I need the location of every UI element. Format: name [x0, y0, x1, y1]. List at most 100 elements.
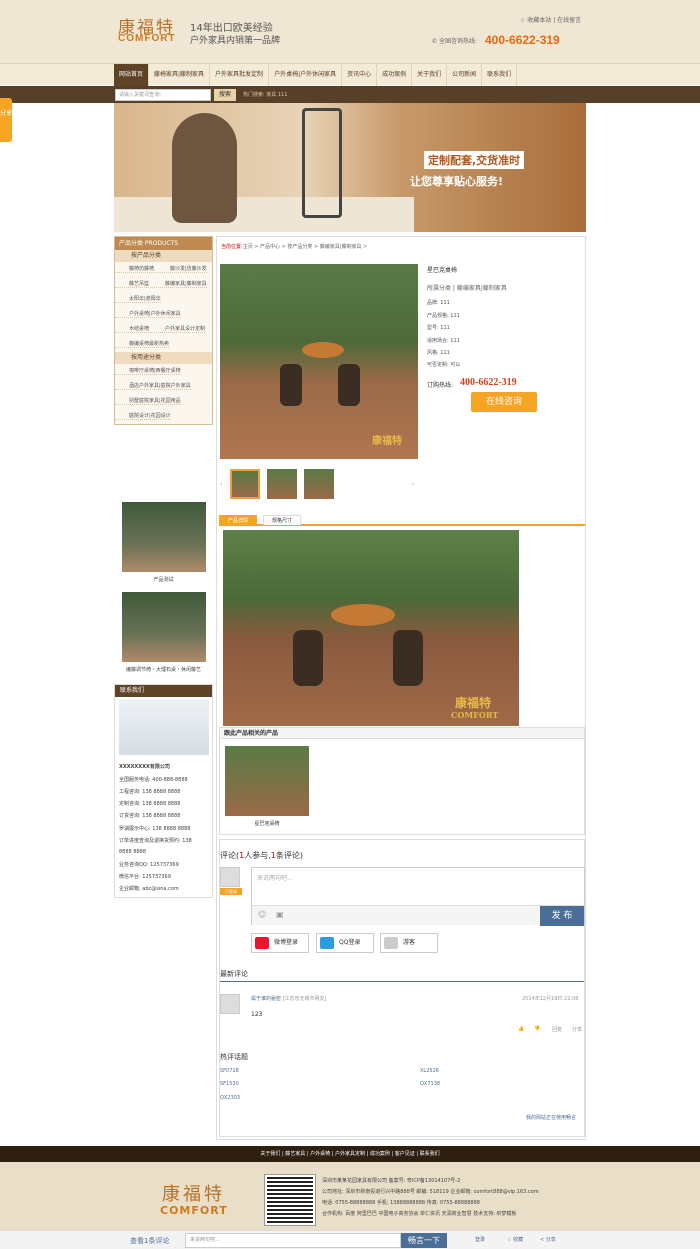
- hot-topic[interactable]: XL2526: [420, 1068, 439, 1074]
- comment-like-icon[interactable]: 👍: [518, 1026, 524, 1032]
- bottom-login[interactable]: 登录: [475, 1236, 485, 1243]
- bottom-favorite[interactable]: ☆ 收藏: [507, 1236, 523, 1243]
- category-item[interactable]: 庭院设计|花园设计: [115, 413, 171, 420]
- nav-home[interactable]: 网站首页: [114, 64, 150, 86]
- footer-line: 深圳市某某花园家具有限公司 备案号: 粤ICP备13014107号-2: [322, 1178, 461, 1184]
- latest-comments-title: 最新评论: [220, 970, 248, 978]
- contact-line: 定制咨询: 138 8888 8888: [119, 801, 181, 807]
- hot-search[interactable]: 热门搜索: 家具 111: [243, 91, 287, 98]
- consult-button[interactable]: 在线咨询: [471, 392, 537, 412]
- image-icon[interactable]: ▣: [276, 910, 284, 919]
- product-attr: 适用场合: 111: [427, 338, 460, 344]
- category-item[interactable]: 藤艺吊篮: [115, 281, 150, 288]
- nav-rattan[interactable]: 藤椅家具|藤制家具: [149, 64, 211, 86]
- product-attr: 品牌: 111: [427, 300, 450, 306]
- category-item[interactable]: 户外家具设计定制: [150, 326, 205, 333]
- contact-line: 工程咨询: 138 8888 8888: [119, 789, 181, 795]
- nav-cases[interactable]: 成功案例: [377, 64, 413, 86]
- footer-line: 公司地址: 深圳市新南投道行兴中路888号 邮编: 518119 企业邮箱: c…: [322, 1189, 539, 1195]
- user-avatar: [220, 867, 240, 887]
- category-item[interactable]: 藤沙发|仿藤沙发: [155, 266, 207, 273]
- category-sub2: 按用途分类: [115, 352, 212, 364]
- hot-topic[interactable]: SF1530: [220, 1081, 239, 1087]
- bottom-comment-input[interactable]: 来说两句吧...: [185, 1233, 401, 1248]
- comment-reply[interactable]: 回复: [552, 1026, 562, 1033]
- logo-en[interactable]: COMFORT: [118, 33, 176, 44]
- thumbnail[interactable]: [230, 469, 260, 499]
- product-caption-1[interactable]: 产品测试: [114, 576, 213, 583]
- category-item[interactable]: 咖啡厅桌椅|西餐厅桌椅: [115, 368, 181, 375]
- tab-spec[interactable]: 规格尺寸: [263, 515, 302, 525]
- contact-line: 微信平台: 125737369: [119, 874, 171, 880]
- nav-outdoor[interactable]: 户外桌椅|户外休闲家具: [269, 64, 343, 86]
- hot-topic[interactable]: QX7138: [420, 1081, 440, 1087]
- nav-custom[interactable]: 户外家具批发定制: [210, 64, 270, 86]
- comment-section: 评论(1人参与,1条评论) 已登录 来说两句吧... ☺ ▣ 发 布 微博登录 …: [219, 839, 585, 1137]
- publish-button[interactable]: 发 布: [540, 906, 584, 926]
- category-item[interactable]: 藤编家具|藤制家具: [150, 281, 207, 288]
- watermark-cn: 康福特: [455, 696, 492, 710]
- prev-arrow-icon[interactable]: ‹: [220, 481, 222, 488]
- nav-news-center[interactable]: 资讯中心: [342, 64, 378, 86]
- category-item[interactable]: 别墅庭院家具|花园用品: [115, 398, 181, 405]
- chair-shape: [338, 364, 360, 406]
- thumbnail[interactable]: [267, 469, 297, 499]
- category-item[interactable]: 酒店户外家具|庭院户外家具: [115, 383, 191, 390]
- contact-box: 联系我们 XXXXXXXX有限公司 全国服务电话: 400-888-8888 工…: [114, 684, 213, 898]
- related-product-image[interactable]: [225, 746, 309, 816]
- next-arrow-icon[interactable]: ›: [412, 481, 414, 488]
- comment-dislike-icon[interactable]: 👎: [534, 1026, 540, 1032]
- breadcrumb-path[interactable]: 主页 > 产品中心 > 按产品分类 > 藤编家具|藤制家具 >: [243, 244, 368, 250]
- category-item[interactable]: 木结桌椅: [115, 326, 150, 333]
- footer-logo-en: COMFORT: [160, 1204, 228, 1217]
- product-caption-2[interactable]: 编藤调节椅・大理石桌・休闲藤艺: [114, 666, 213, 673]
- category-item[interactable]: 户外桌椅|户外休闲家具: [115, 311, 181, 318]
- nav-contact[interactable]: 联系我们: [482, 64, 518, 86]
- top-links[interactable]: ☆ 收藏本站 | 在线留言: [520, 15, 581, 24]
- share-side-tab[interactable]: 分享: [0, 98, 12, 142]
- qq-icon: [320, 937, 334, 949]
- footer: 康福特 COMFORT 深圳市某某花园家具有限公司 备案号: 粤ICP备1301…: [0, 1162, 700, 1230]
- thumbnail[interactable]: [304, 469, 334, 499]
- search-input[interactable]: 请输入关键词查询!: [115, 89, 211, 101]
- company-name: XXXXXXXX有限公司: [119, 764, 170, 770]
- emoji-icon[interactable]: ☺: [258, 910, 266, 919]
- product-attr: 风格: 111: [427, 350, 450, 356]
- powered-by-link[interactable]: 我的网站正在使用畅言: [526, 1114, 576, 1121]
- guest-icon: [384, 937, 398, 949]
- hot-topics-title: 热评话题: [220, 1053, 248, 1061]
- category-item[interactable]: 藤编桌椅最新热卖: [115, 341, 170, 348]
- product-thumb-2[interactable]: [122, 592, 206, 662]
- category-item[interactable]: 太阳伞|遮阳伞: [115, 296, 161, 303]
- category-title: 产品分类 PRODUCTS: [115, 237, 212, 250]
- nav-company-news[interactable]: 公司新闻: [447, 64, 483, 86]
- hot-topic[interactable]: QX2303: [220, 1095, 240, 1101]
- order-number: 400-6622-319: [460, 377, 517, 388]
- weibo-login-button[interactable]: 微博登录: [251, 933, 309, 953]
- category-box: 产品分类 PRODUCTS 按产品分类 藤椅仿藤椅 藤沙发|仿藤沙发 藤艺吊篮 …: [114, 236, 213, 425]
- guest-button[interactable]: 游客: [380, 933, 438, 953]
- watermark-en: COMFORT: [451, 710, 499, 720]
- related-product-caption[interactable]: 星巴克桌椅: [225, 820, 309, 827]
- bottom-share[interactable]: < 分享: [540, 1236, 556, 1243]
- watermark-cn: 康福特: [372, 436, 402, 447]
- comment-input[interactable]: 来说两句吧... ☺ ▣ 发 布: [251, 867, 585, 926]
- search-button[interactable]: 搜索: [214, 89, 236, 101]
- product-thumb-1[interactable]: [122, 502, 206, 572]
- thumbnail-strip: ‹ ›: [220, 469, 418, 499]
- tab-detail[interactable]: 产品详情: [219, 515, 258, 525]
- main-content: 当前位置:主页 > 产品中心 > 按产品分类 > 藤编家具|藤制家具 > 康福特…: [216, 236, 586, 1140]
- nav-about[interactable]: 关于我们: [412, 64, 448, 86]
- commenter-avatar: [220, 994, 240, 1014]
- comment-text: 123: [251, 1011, 263, 1018]
- bottom-comment-button[interactable]: 畅言一下: [401, 1233, 447, 1248]
- qq-login-button[interactable]: QQ登录: [316, 933, 374, 953]
- category-item[interactable]: 藤椅仿藤椅: [115, 266, 155, 273]
- footer-nav[interactable]: 关于我们 | 藤艺家具 | 户外桌椅 | 户外家具定制 | 成功案例 | 客户见…: [0, 1146, 700, 1162]
- product-name: 星巴克桌椅: [427, 267, 458, 274]
- hot-topic[interactable]: SF0718: [220, 1068, 239, 1074]
- view-comments-link[interactable]: 查看1条评论: [130, 1236, 169, 1246]
- comment-share[interactable]: 分享: [572, 1026, 582, 1033]
- chair-shape: [393, 630, 423, 686]
- search-bar: [0, 86, 700, 103]
